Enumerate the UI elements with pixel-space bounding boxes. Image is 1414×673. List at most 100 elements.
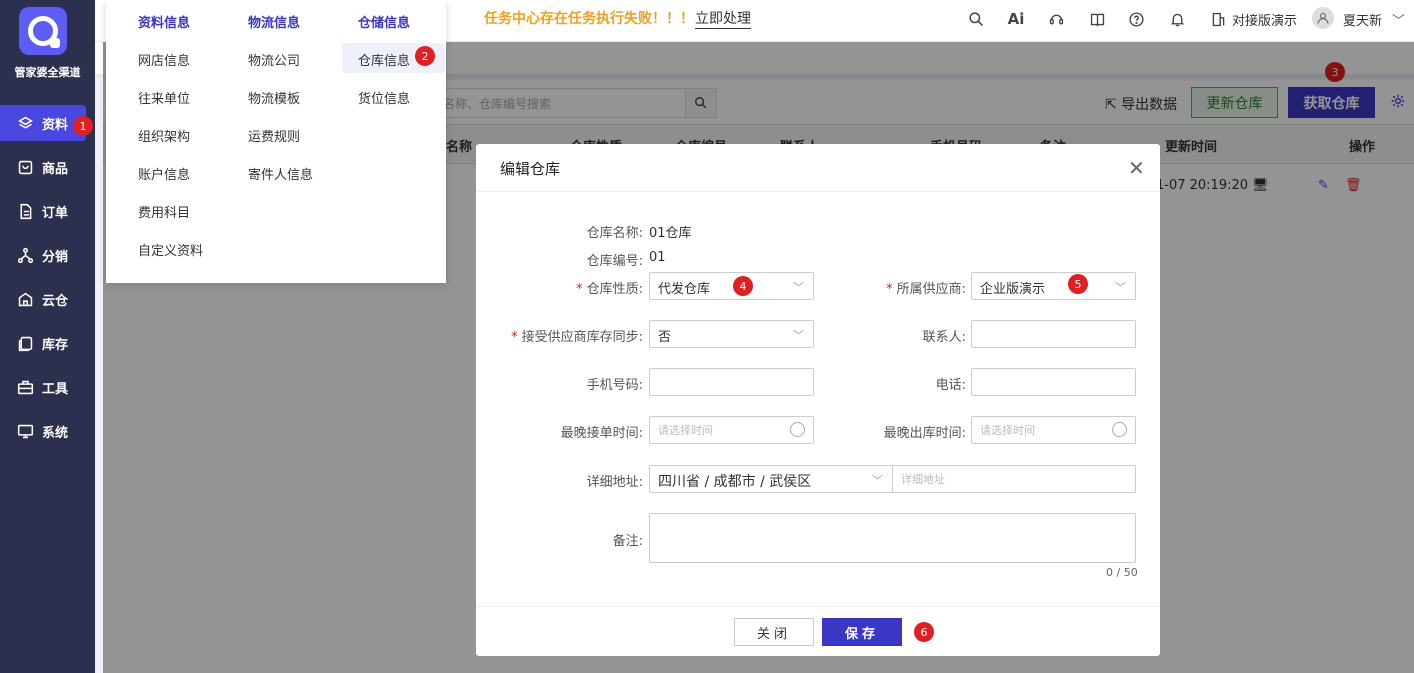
region-value: 四川省 / 成都市 / 武侯区	[658, 474, 812, 490]
menu-item-sender-info[interactable]: 寄件人信息	[248, 164, 313, 183]
nav-label: 商品	[42, 161, 69, 177]
step-badge-5: 5	[1068, 274, 1088, 294]
menu-item-custom[interactable]: 自定义资料	[138, 240, 203, 259]
label-text: 接受供应商库存同步:	[521, 330, 643, 345]
chevron-down-icon: ﹀	[1115, 281, 1126, 294]
contact-input[interactable]	[971, 320, 1136, 348]
contact-label: 联系人:	[922, 330, 966, 345]
select-value: 代发仓库	[658, 282, 711, 297]
menu-item-store-info[interactable]: 网店信息	[138, 50, 190, 69]
address-label: 详细地址:	[586, 475, 643, 490]
menu-item-expense[interactable]: 费用科目	[138, 202, 190, 221]
ai-icon[interactable]: Ai	[1006, 9, 1026, 29]
nav-label: 工具	[42, 381, 69, 397]
mobile-label: 手机号码:	[586, 378, 643, 393]
data-dropdown-menu: 资料信息 物流信息 仓储信息 网店信息 往来单位 组织架构 账户信息 费用科目 …	[106, 0, 446, 283]
menu-item-warehouse-info[interactable]: 仓库信息	[358, 50, 410, 69]
nav-item-tools[interactable]: 工具	[0, 369, 95, 405]
menu-item-org[interactable]: 组织架构	[138, 126, 190, 145]
chevron-down-icon[interactable]: ﹀	[1392, 10, 1405, 29]
brand-name: 管家婆全渠道	[14, 66, 81, 79]
warehouse-nature-select[interactable]: 代发仓库 ﹀	[649, 272, 814, 300]
warehouse-nature-label: * 仓库性质:	[536, 278, 643, 297]
avatar[interactable]	[1312, 7, 1334, 29]
nav-label: 分销	[42, 249, 69, 265]
menu-item-logistics-template[interactable]: 物流模板	[248, 88, 300, 107]
supplier-select[interactable]: 企业版演示 ﹀	[971, 272, 1136, 300]
menu-item-partners[interactable]: 往来单位	[138, 88, 190, 107]
step-badge-4: 4	[733, 276, 753, 296]
dialog-title: 编辑仓库	[500, 160, 561, 178]
menu-column-title: 资料信息	[138, 16, 191, 31]
time-placeholder: 请选择时间	[658, 424, 713, 437]
close-icon[interactable]: ✕	[1128, 156, 1145, 180]
warehouse-code-value: 01	[649, 250, 666, 265]
book-icon[interactable]	[1087, 9, 1107, 29]
close-button[interactable]: 关闭	[734, 618, 814, 646]
account-name[interactable]: 对接版演示	[1232, 10, 1297, 29]
nav-item-cloud-warehouse[interactable]: 云仓	[0, 281, 95, 317]
step-badge-2: 2	[415, 46, 435, 66]
remark-textarea[interactable]	[649, 513, 1136, 563]
order-icon	[16, 202, 34, 220]
clock-icon	[1112, 422, 1127, 437]
menu-item-location-info[interactable]: 货位信息	[358, 88, 410, 107]
menu-item-logistics-company[interactable]: 物流公司	[248, 50, 300, 69]
headset-icon[interactable]	[1046, 9, 1066, 29]
latest-order-time-label: 最晚接单时间:	[560, 426, 643, 441]
nav-item-inventory[interactable]: 库存	[0, 325, 95, 361]
toolbox-icon	[16, 378, 34, 396]
nav-label: 库存	[42, 337, 69, 353]
clock-icon	[790, 422, 805, 437]
label-text: 仓库性质:	[586, 282, 643, 297]
chevron-down-icon: ﹀	[793, 329, 804, 342]
menu-item-accounts[interactable]: 账户信息	[138, 164, 190, 183]
region-cascader[interactable]: 四川省 / 成都市 / 武侯区 ﹀	[649, 465, 893, 493]
nav-item-distribution[interactable]: 分销	[0, 237, 95, 273]
nav-item-product[interactable]: 商品	[0, 149, 95, 185]
building-icon	[1208, 9, 1228, 29]
monitor-icon	[16, 422, 34, 440]
warehouse-code-label: 仓库编号:	[586, 254, 643, 269]
latest-out-time-label: 最晚出库时间:	[883, 426, 966, 441]
inventory-icon	[16, 334, 34, 352]
nav-item-order[interactable]: 订单	[0, 193, 95, 229]
layers-icon	[16, 114, 34, 132]
remark-label: 备注:	[612, 534, 643, 549]
help-icon[interactable]	[1126, 9, 1146, 29]
required-mark: *	[886, 282, 893, 297]
menu-item-freight-rules[interactable]: 运费规则	[248, 126, 300, 145]
nav-item-system[interactable]: 系统	[0, 413, 95, 449]
select-value: 企业版演示	[980, 282, 1046, 297]
phone-input[interactable]	[971, 368, 1136, 396]
label-text: 所属供应商:	[896, 282, 966, 297]
handle-now-link[interactable]: 立即处理	[695, 8, 751, 29]
chevron-down-icon: ﹀	[793, 281, 804, 294]
nav-label: 订单	[42, 205, 69, 221]
supplier-sync-select[interactable]: 否 ﹀	[649, 320, 814, 348]
app-logo[interactable]	[19, 7, 67, 55]
menu-column-title: 物流信息	[248, 16, 301, 31]
mobile-input[interactable]	[649, 368, 814, 396]
latest-order-time-picker[interactable]: 请选择时间	[649, 416, 814, 444]
cloud-warehouse-icon	[16, 290, 34, 308]
task-failure-notice: 任务中心存在任务执行失败！！！	[484, 11, 694, 27]
detail-address-input[interactable]: 详细地址	[892, 465, 1136, 493]
edit-warehouse-dialog: 编辑仓库 ✕ 仓库名称: 01仓库 仓库编号: 01 * 仓库性质: 代发仓库 ﹀ …	[476, 144, 1160, 656]
nav-label: 云仓	[42, 293, 69, 309]
product-icon	[16, 158, 34, 176]
nav-label: 系统	[42, 425, 69, 441]
warehouse-name-value: 01仓库	[649, 226, 692, 241]
logo-icon	[28, 16, 60, 48]
distribution-icon	[16, 246, 34, 264]
user-name[interactable]: 夏天新	[1343, 10, 1382, 29]
save-button[interactable]: 保存	[822, 618, 902, 646]
bell-icon[interactable]	[1167, 9, 1187, 29]
latest-out-time-picker[interactable]: 请选择时间	[971, 416, 1136, 444]
supplier-sync-label: * 接受供应商库存同步:	[486, 326, 643, 345]
supplier-label: * 所属供应商:	[856, 278, 966, 297]
step-badge-6: 6	[914, 622, 934, 642]
sidebar: 管家婆全渠道 资料 商品 订单 分销 云仓 库存 工具 系统	[0, 0, 95, 673]
search-icon[interactable]	[966, 9, 986, 29]
warehouse-name-label: 仓库名称:	[586, 226, 643, 241]
